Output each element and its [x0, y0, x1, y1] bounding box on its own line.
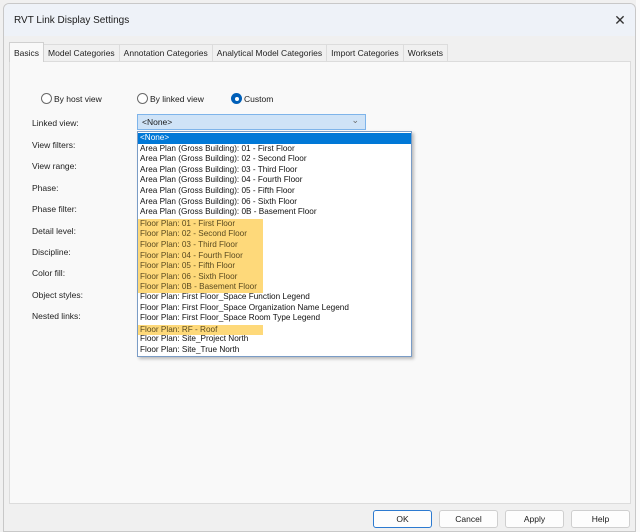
dropdown-option-row[interactable]: Floor Plan: 06 - Sixth Floor [138, 271, 411, 283]
linked-view-value: <None> [142, 117, 173, 127]
dropdown-option[interactable]: Area Plan (Gross Building): 04 - Fourth … [138, 175, 411, 186]
view-range-label: View range: [32, 161, 77, 171]
dropdown-option-row[interactable]: Floor Plan: RF - Roof [138, 324, 411, 336]
dropdown-option[interactable]: Floor Plan: Site_True North [138, 345, 411, 356]
dropdown-option-row[interactable]: Floor Plan: 03 - Third Floor [138, 239, 411, 251]
radio-label: By host view [54, 93, 102, 104]
dropdown-option-row[interactable]: Floor Plan: First Floor_Space Organizati… [138, 303, 411, 314]
radio-label: Custom [244, 93, 274, 104]
dropdown-option-row[interactable]: Area Plan (Gross Building): 05 - Fifth F… [138, 186, 411, 197]
dropdown-option[interactable]: Floor Plan: Site_Project North [138, 334, 411, 345]
title-bar: RVT Link Display Settings ✕ [4, 4, 635, 36]
dropdown-option-row[interactable]: Area Plan (Gross Building): 04 - Fourth … [138, 175, 411, 186]
dropdown-option-row[interactable]: Area Plan (Gross Building): 0B - Basemen… [138, 207, 411, 218]
detail-level-label: Detail level: [32, 226, 76, 236]
dropdown-option[interactable]: Area Plan (Gross Building): 0B - Basemen… [138, 207, 411, 218]
dropdown-option-row[interactable]: Area Plan (Gross Building): 01 - First F… [138, 144, 411, 155]
dropdown-option[interactable]: Floor Plan: First Floor_Space Function L… [138, 292, 411, 303]
dropdown-option[interactable]: Area Plan (Gross Building): 02 - Second … [138, 154, 411, 165]
dropdown-option-row[interactable]: Area Plan (Gross Building): 03 - Third F… [138, 165, 411, 176]
object-styles-label: Object styles: [32, 290, 84, 300]
help-button[interactable]: Help [571, 510, 630, 528]
dropdown-option-row[interactable]: <None> [138, 133, 411, 144]
dropdown-option[interactable]: Floor Plan: 03 - Third Floor [138, 239, 263, 251]
dropdown-option-row[interactable]: Area Plan (Gross Building): 06 - Sixth F… [138, 197, 411, 208]
radio-circle-icon[interactable] [137, 93, 148, 104]
apply-button[interactable]: Apply [505, 510, 564, 528]
radio-by-host-view[interactable]: By host view [41, 93, 102, 104]
radio-custom[interactable]: Custom [231, 93, 273, 104]
dropdown-option[interactable]: Area Plan (Gross Building): 05 - Fifth F… [138, 186, 411, 197]
color-fill-label: Color fill: [32, 268, 66, 278]
dropdown-option[interactable]: Area Plan (Gross Building): 06 - Sixth F… [138, 197, 411, 208]
dropdown-option-row[interactable]: Floor Plan: 05 - Fifth Floor [138, 260, 411, 272]
tab-worksets[interactable]: Worksets [402, 44, 448, 62]
tab-basics[interactable]: Basics [9, 42, 45, 62]
dropdown-option-row[interactable]: Area Plan (Gross Building): 02 - Second … [138, 154, 411, 165]
dropdown-option[interactable]: Floor Plan: First Floor_Space Organizati… [138, 303, 411, 314]
radio-by-linked-view[interactable]: By linked view [137, 93, 204, 104]
dropdown-option[interactable]: Area Plan (Gross Building): 03 - Third F… [138, 165, 411, 176]
background-window-edge [636, 0, 640, 532]
view-filters-label: View filters: [32, 140, 76, 150]
phase-label: Phase: [32, 183, 59, 193]
dropdown-option[interactable]: Floor Plan: First Floor_Space Room Type … [138, 313, 411, 324]
tab-model-categories[interactable]: Model Categories [43, 44, 120, 62]
dropdown-option[interactable]: <None> [138, 133, 411, 144]
dropdown-option-row[interactable]: Floor Plan: 0B - Basement Floor [138, 281, 411, 293]
dropdown-option-row[interactable]: Floor Plan: Site_True North [138, 345, 411, 356]
linked-view-dropdown-list[interactable]: <None> Area Plan (Gross Building): 01 - F… [137, 131, 412, 357]
close-icon[interactable]: ✕ [611, 11, 629, 29]
basics-panel: By host view By linked view Custom Linke… [9, 61, 631, 504]
tab-import-categories[interactable]: Import Categories [326, 44, 404, 62]
tab-strip: Basics Model Categories Annotation Categ… [9, 42, 448, 62]
tab-annotation-categories[interactable]: Annotation Categories [118, 44, 213, 62]
dropdown-option-row[interactable]: Floor Plan: 04 - Fourth Floor [138, 250, 411, 262]
dropdown-option-row[interactable]: Floor Plan: 02 - Second Floor [138, 228, 411, 240]
rvt-link-display-settings-dialog: RVT Link Display Settings ✕ Basics Model… [3, 3, 636, 532]
radio-label: By linked view [150, 93, 204, 104]
dropdown-option-row[interactable]: Floor Plan: Site_Project North [138, 334, 411, 345]
phase-filter-label: Phase filter: [32, 204, 77, 214]
dropdown-option[interactable]: Area Plan (Gross Building): 01 - First F… [138, 144, 411, 155]
dropdown-option-row[interactable]: Floor Plan: 01 - First Floor [138, 218, 411, 230]
discipline-label: Discipline: [32, 247, 71, 257]
linked-view-label: Linked view: [32, 118, 79, 128]
dialog-title: RVT Link Display Settings [14, 15, 130, 26]
footer-buttons: OK Cancel Apply Help [373, 510, 630, 528]
radio-circle-icon[interactable] [41, 93, 52, 104]
tab-analytical-model-categories[interactable]: Analytical Model Categories [211, 44, 328, 62]
linked-view-combobox[interactable]: <None> ⌄ [137, 114, 366, 130]
radio-checked-icon[interactable] [231, 93, 242, 104]
cancel-button[interactable]: Cancel [439, 510, 498, 528]
dropdown-option-row[interactable]: Floor Plan: First Floor_Space Room Type … [138, 313, 411, 324]
ok-button[interactable]: OK [373, 510, 432, 528]
nested-links-label: Nested links: [32, 311, 81, 321]
chevron-down-icon[interactable]: ⌄ [351, 115, 359, 126]
dropdown-option-row[interactable]: Floor Plan: First Floor_Space Function L… [138, 292, 411, 303]
